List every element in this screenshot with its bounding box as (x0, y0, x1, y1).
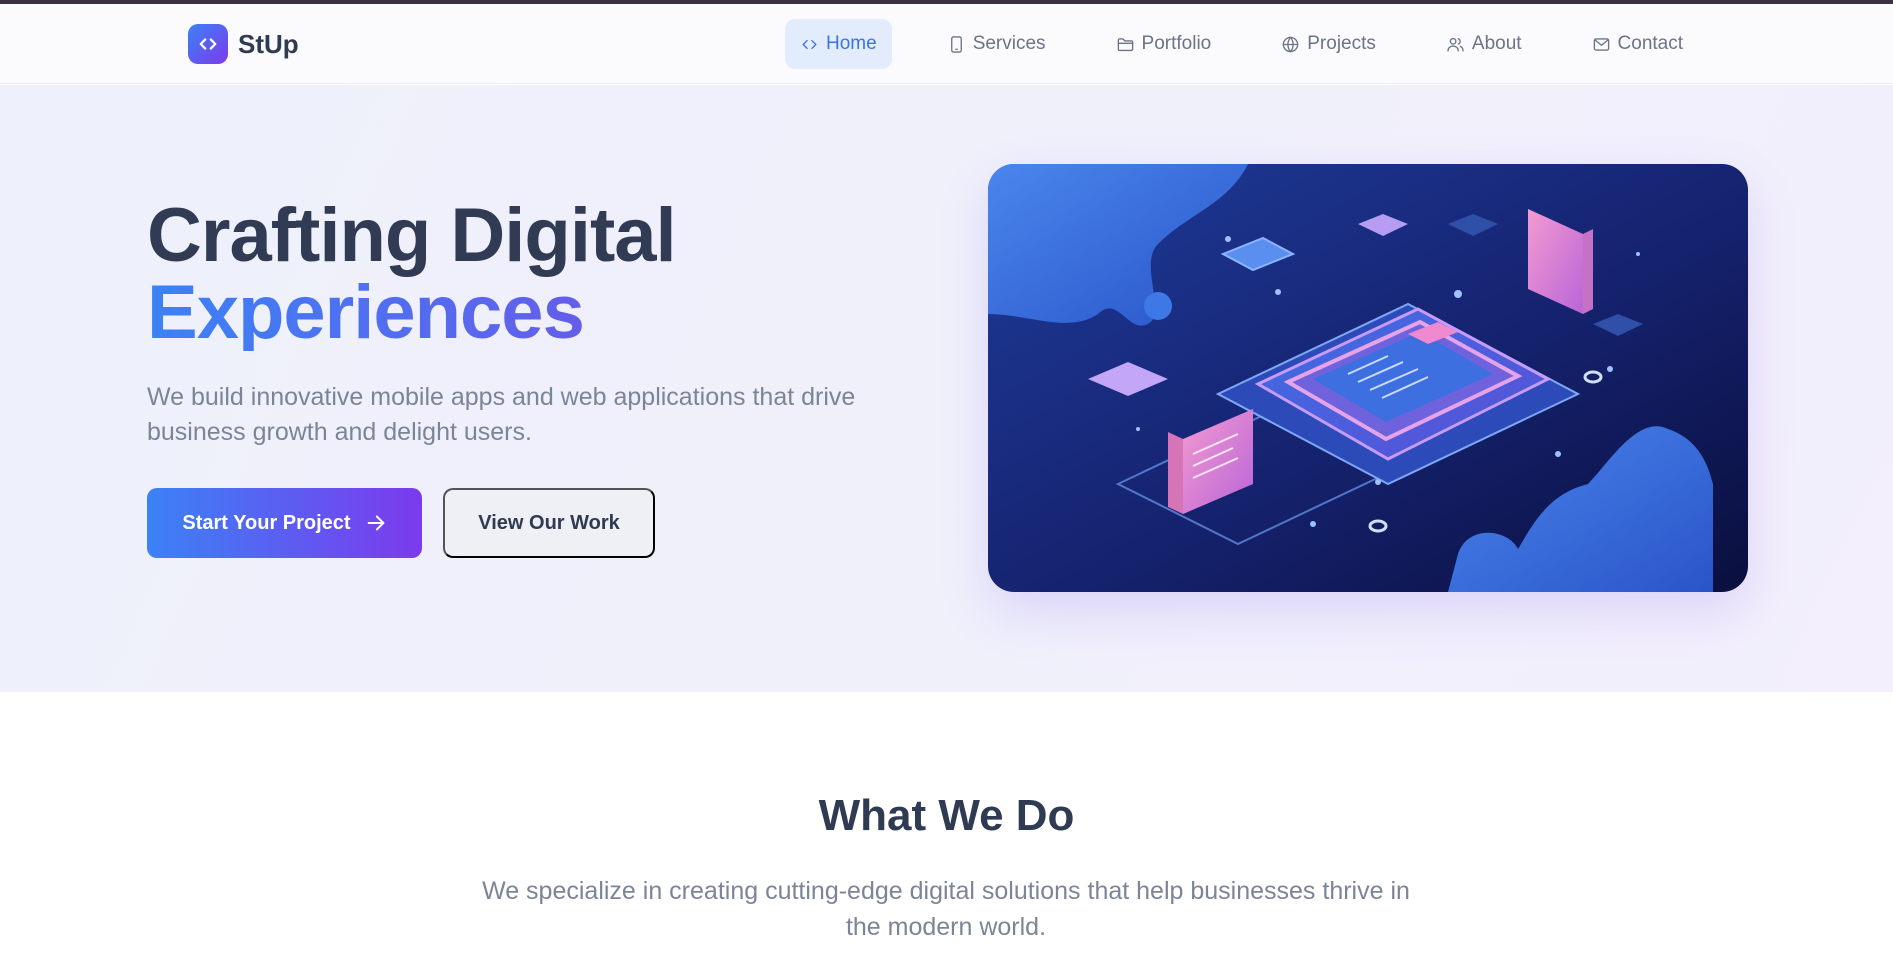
nav-services[interactable]: Services (932, 19, 1061, 69)
hero-title-line1: Crafting Digital (147, 193, 677, 278)
smartphone-icon (950, 35, 962, 53)
nav-contact[interactable]: Contact (1577, 19, 1698, 69)
site-header: StUp Home Services Portfolio Projects Ab… (0, 4, 1893, 84)
section-title: What We Do (818, 791, 1075, 840)
brand-name: StUp (238, 28, 299, 59)
folder-icon (1117, 37, 1133, 51)
view-work-label: View Our Work (478, 511, 620, 534)
main-nav: Home Services Portfolio Projects About C… (785, 19, 1698, 69)
nav-projects[interactable]: Projects (1266, 19, 1391, 69)
section-subtitle: We specialize in creating cutting-edge d… (482, 877, 1410, 941)
nav-about-label: About (1471, 33, 1522, 54)
nav-services-label: Services (972, 33, 1046, 54)
hero-subtitle: We build innovative mobile apps and web … (147, 383, 856, 446)
code-icon (802, 39, 817, 49)
nav-about[interactable]: About (1431, 19, 1537, 69)
nav-projects-label: Projects (1307, 33, 1376, 54)
hero-title: Crafting Digital Experiences (147, 197, 677, 351)
globe-icon (1282, 36, 1299, 52)
view-work-button[interactable]: View Our Work (443, 488, 655, 558)
brand-logo[interactable]: StUp (188, 24, 299, 64)
nav-portfolio[interactable]: Portfolio (1101, 19, 1227, 69)
code-icon (188, 24, 228, 64)
nav-home[interactable]: Home (785, 19, 892, 69)
hero-section: Crafting Digital Experiences We build in… (0, 85, 1893, 692)
mail-icon (1593, 37, 1609, 51)
arrow-right-icon (367, 515, 384, 531)
nav-portfolio-label: Portfolio (1141, 33, 1212, 54)
isometric-tech-illustration-icon (988, 164, 1748, 592)
hero-title-accent: Experiences (147, 274, 676, 351)
nav-home-label: Home (826, 33, 877, 54)
start-project-button[interactable]: Start Your Project (147, 488, 422, 558)
nav-contact-label: Contact (1617, 33, 1684, 54)
start-project-label: Start Your Project (182, 511, 351, 534)
users-icon (1447, 37, 1464, 52)
hero-illustration (988, 164, 1748, 592)
